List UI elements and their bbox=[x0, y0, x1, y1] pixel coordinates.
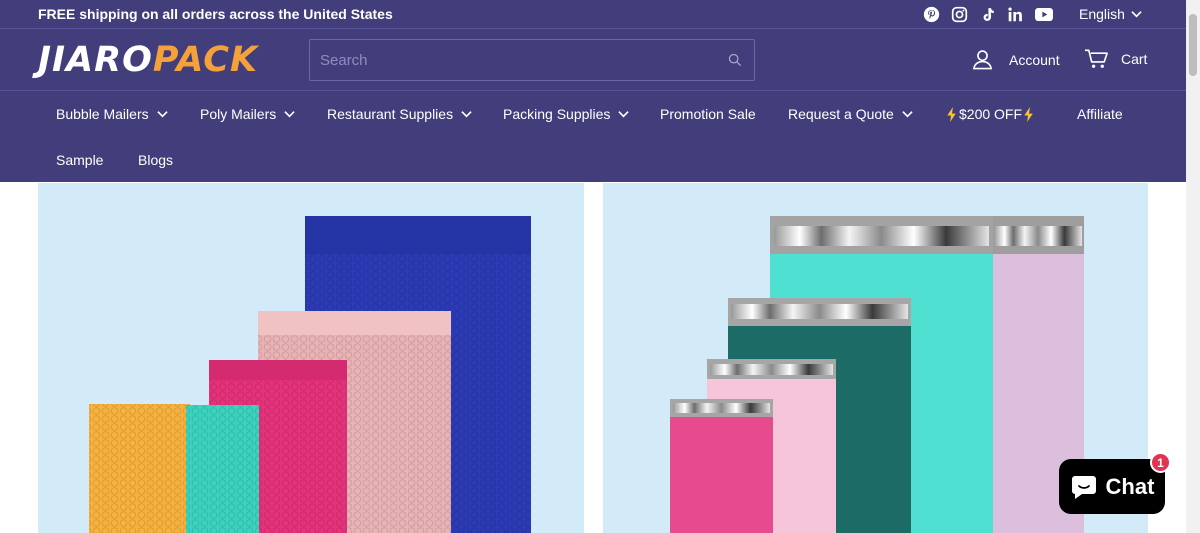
announcement-bar: FREE shipping on all orders across the U… bbox=[0, 0, 1186, 28]
brand-logo[interactable]: JIAROPACK bbox=[38, 41, 258, 79]
cart-icon bbox=[1084, 49, 1108, 68]
nav-item-label: Promotion Sale bbox=[660, 106, 756, 122]
account-link[interactable]: Account bbox=[972, 49, 1060, 70]
bubble-mailers-banner[interactable] bbox=[38, 183, 584, 533]
nav-item-packing-supplies[interactable]: Packing Supplies bbox=[503, 106, 630, 122]
nav-item-restaurant-supplies[interactable]: Restaurant Supplies bbox=[327, 106, 472, 122]
chat-label: Chat bbox=[1105, 473, 1155, 499]
nav-item-blogs[interactable]: Blogs bbox=[138, 152, 173, 168]
chevron-down-icon bbox=[618, 111, 630, 118]
user-icon bbox=[972, 50, 993, 70]
pinterest-icon[interactable] bbox=[922, 5, 941, 23]
page-scrollbar[interactable] bbox=[1186, 0, 1200, 533]
nav-item-label: $200 OFF bbox=[959, 106, 1023, 122]
lightning-icon bbox=[1024, 106, 1033, 122]
nav-item-label: Restaurant Supplies bbox=[327, 106, 454, 122]
nav-item-bubble-mailers[interactable]: Bubble Mailers bbox=[56, 106, 168, 122]
nav-item-promotion-sale[interactable]: Promotion Sale bbox=[660, 106, 756, 122]
instagram-icon[interactable] bbox=[950, 5, 969, 23]
nav-item-request-quote[interactable]: Request a Quote bbox=[788, 106, 913, 122]
chevron-down-icon bbox=[284, 111, 295, 118]
nav-item-poly-mailers[interactable]: Poly Mailers bbox=[200, 106, 295, 122]
search-box bbox=[309, 39, 755, 81]
logo-text-primary: JIARO bbox=[38, 40, 153, 80]
linkedin-icon[interactable] bbox=[1006, 5, 1025, 23]
chat-bubble-icon bbox=[1071, 475, 1096, 499]
nav-item-label: Affiliate bbox=[1077, 106, 1123, 122]
youtube-icon[interactable] bbox=[1034, 5, 1053, 23]
chevron-down-icon bbox=[156, 111, 168, 118]
chat-button[interactable]: Chat 1 bbox=[1059, 452, 1171, 514]
chevron-down-icon bbox=[902, 111, 913, 118]
nav-item-label: Blogs bbox=[138, 152, 174, 168]
site-header: JIAROPACK Account Cart bbox=[0, 28, 1186, 91]
cart-link[interactable]: Cart bbox=[1084, 48, 1147, 70]
nav-item-label: Packing Supplies bbox=[503, 106, 611, 122]
bubble-mailers-image bbox=[89, 216, 531, 533]
search-icon[interactable] bbox=[728, 53, 742, 67]
chevron-down-icon bbox=[461, 111, 472, 118]
scrollbar-thumb[interactable] bbox=[1189, 14, 1197, 76]
social-links bbox=[922, 5, 1053, 23]
nav-item-label: Request a Quote bbox=[788, 106, 894, 122]
main-navigation: Bubble Mailers Poly Mailers Restaurant S… bbox=[0, 91, 1186, 182]
language-label: English bbox=[1079, 6, 1125, 22]
search-input[interactable] bbox=[320, 49, 720, 71]
cart-label: Cart bbox=[1121, 51, 1148, 67]
account-label: Account bbox=[1009, 51, 1060, 68]
tiktok-icon[interactable] bbox=[978, 5, 997, 23]
nav-item-label: Poly Mailers bbox=[200, 106, 277, 122]
chevron-down-icon bbox=[1131, 11, 1142, 18]
nav-item-sample[interactable]: Sample bbox=[56, 152, 103, 168]
announcement-text: FREE shipping on all orders across the U… bbox=[38, 6, 393, 22]
language-selector[interactable]: English bbox=[1079, 6, 1142, 22]
logo-text-accent: PACK bbox=[152, 40, 259, 80]
chat-unread-badge: 1 bbox=[1150, 452, 1171, 473]
nav-item-label: Bubble Mailers bbox=[56, 106, 149, 122]
nav-item-discount[interactable]: $200 OFF bbox=[946, 106, 1035, 122]
nav-item-affiliate[interactable]: Affiliate bbox=[1077, 106, 1123, 122]
lightning-icon bbox=[947, 106, 956, 122]
nav-item-label: Sample bbox=[56, 152, 104, 168]
